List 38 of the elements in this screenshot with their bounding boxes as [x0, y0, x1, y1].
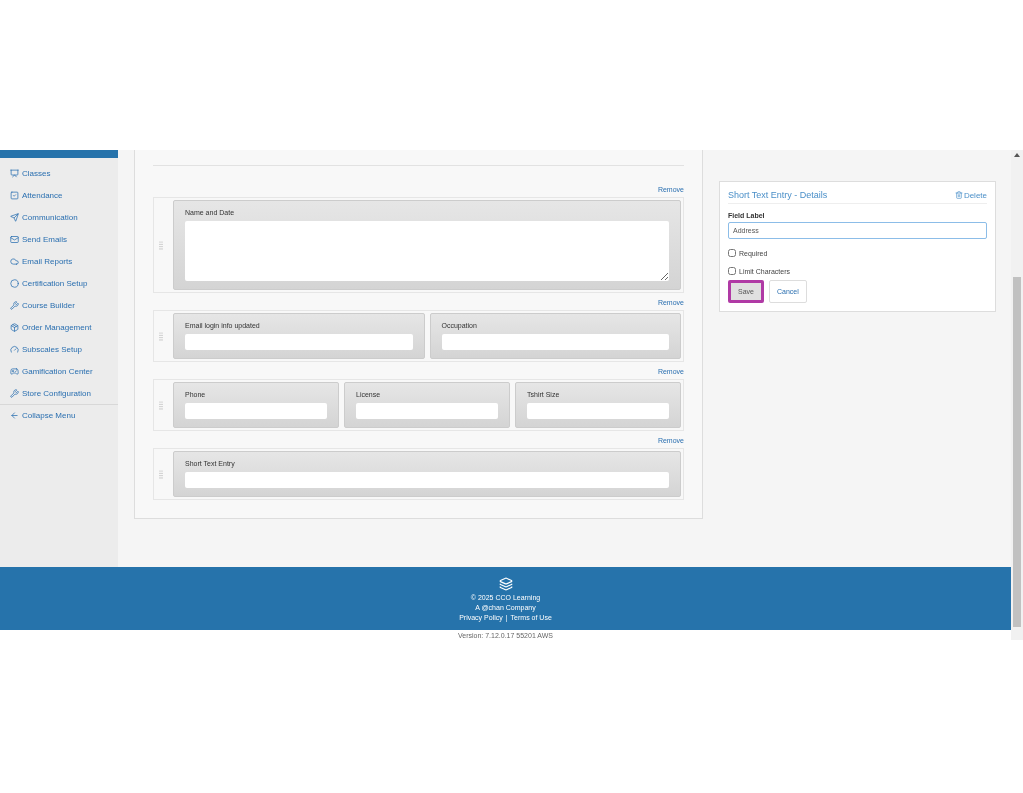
input-field[interactable] — [185, 334, 413, 350]
sidebar-item[interactable]: Email Reports — [0, 250, 118, 272]
trash-icon — [954, 191, 963, 199]
checkbox[interactable] — [728, 249, 736, 257]
checkbox[interactable] — [728, 267, 736, 275]
sidebar-item[interactable]: Attendance — [0, 184, 118, 206]
sidebar-item[interactable]: Send Emails — [0, 228, 118, 250]
input-field[interactable] — [441, 334, 669, 350]
tools-icon — [10, 388, 19, 398]
sidebar-item[interactable]: Store Configuration — [0, 382, 118, 404]
sidebar-item[interactable]: Order Management — [0, 316, 118, 338]
sidebar-item[interactable]: Communication — [0, 206, 118, 228]
input-field[interactable] — [527, 403, 669, 419]
sidebar-item[interactable]: Classes — [0, 162, 118, 184]
panel-title: Short Text Entry - Details — [728, 190, 828, 200]
sidebar-item[interactable]: Subscales Setup — [0, 338, 118, 360]
envelope-icon — [10, 234, 19, 244]
presentation-icon — [10, 168, 19, 178]
sidebar-item[interactable]: Course Builder — [0, 294, 118, 316]
scroll-up-arrow-icon[interactable] — [1014, 153, 1020, 157]
arrow-left-icon — [10, 411, 19, 420]
input-field[interactable] — [356, 403, 498, 419]
circle-icon — [10, 278, 19, 288]
paper-plane-icon — [10, 212, 19, 222]
input-field[interactable] — [185, 472, 669, 488]
checkbox-icon — [10, 190, 19, 200]
sidebar-item[interactable]: Certification Setup — [0, 272, 118, 294]
delete-link[interactable]: Delete — [954, 190, 987, 200]
box-icon — [10, 322, 19, 332]
input-field[interactable] — [185, 403, 327, 419]
scrollbar[interactable] — [1011, 150, 1023, 640]
tools-icon — [10, 300, 19, 310]
gamepad-icon — [10, 366, 19, 376]
cloud-icon — [10, 256, 19, 266]
logo-icon — [498, 576, 513, 591]
gauge-icon — [10, 344, 19, 354]
sidebar-item[interactable]: Gamification Center — [0, 360, 118, 382]
textarea-field[interactable] — [185, 221, 669, 281]
